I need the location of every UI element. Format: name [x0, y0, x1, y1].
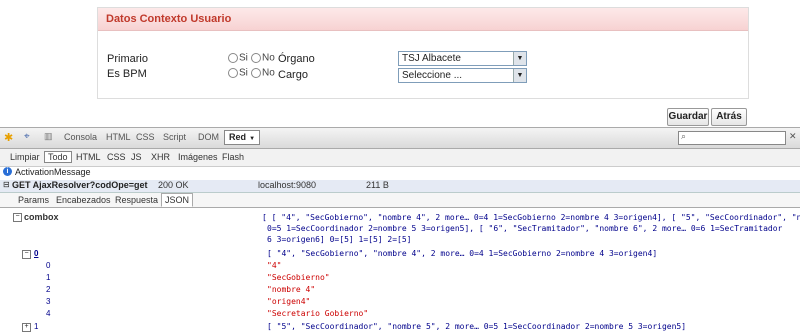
cargo-label: Cargo [278, 69, 308, 81]
filter-flash[interactable]: Flash [222, 152, 244, 162]
panel-header: Datos Contexto Usuario [98, 8, 748, 31]
json-root-summary-3: 6 3=origen6] 0=[5] 1=[5] 2=[5] [267, 235, 412, 244]
request-status: 200 OK [158, 180, 189, 190]
esbpm-no-radio[interactable] [250, 68, 261, 79]
expand-icon[interactable]: + [22, 323, 31, 332]
primario-label: Primario [107, 53, 148, 65]
esbpm-label: Es BPM [107, 68, 147, 80]
organo-select-value: TSJ Albacete [402, 53, 461, 64]
esbpm-radio-group: Si No [228, 67, 275, 79]
tab-script[interactable]: Script [163, 132, 186, 142]
limpiar-button[interactable]: Limpiar [10, 152, 40, 162]
organo-select[interactable]: TSJ Albacete ▼ [398, 51, 527, 66]
request-size: 211 B [366, 180, 389, 190]
filter-css[interactable]: CSS [107, 152, 126, 162]
json-item-value: "4" [267, 261, 282, 270]
radio-no-label: No [261, 52, 275, 64]
json-item-key: 1 [46, 273, 51, 282]
cargo-select-value: Seleccione ... [402, 70, 463, 81]
organo-label: Órgano [278, 53, 315, 65]
inspect-icon[interactable]: ⌖ [24, 131, 30, 142]
panel-title: Datos Contexto Usuario [106, 13, 232, 25]
json-key-0[interactable]: 0 [34, 249, 38, 258]
primario-si-radio[interactable] [228, 53, 238, 64]
json-item-value: "nombre 4" [267, 285, 316, 294]
response-tabs: Params Encabezados Respuesta JSON [0, 193, 800, 208]
json-item-key: 2 [46, 285, 51, 294]
datos-contexto-panel: Datos Contexto Usuario Primario Es BPM S… [97, 7, 749, 99]
radio-si-label: Si [239, 52, 248, 64]
tab-encabezados[interactable]: Encabezados [56, 195, 111, 205]
filter-html[interactable]: HTML [76, 152, 101, 162]
activation-message-row: i ActivationMessage [0, 167, 800, 179]
tab-dom[interactable]: DOM [198, 132, 219, 142]
request-url: GET AjaxResolver?codOpe=get [12, 180, 148, 190]
json-item-key: 3 [46, 297, 51, 306]
radio-si-label: Si [239, 67, 248, 79]
console-toggle-icon[interactable]: ▥ [44, 131, 53, 142]
guardar-button[interactable]: Guardar [667, 108, 709, 126]
activation-message: ActivationMessage [15, 167, 91, 177]
chevron-down-icon: ▼ [249, 136, 256, 142]
json-node1-summary: [ "5", "SecCoordinador", "nombre 5", 2 m… [267, 322, 687, 331]
json-item-value: "SecGobierno" [267, 273, 330, 282]
filter-js[interactable]: JS [131, 152, 142, 162]
tab-params[interactable]: Params [18, 195, 49, 205]
json-item-key: 4 [46, 309, 51, 318]
tab-consola[interactable]: Consola [64, 132, 97, 142]
tab-css[interactable]: CSS [136, 132, 155, 142]
request-host: localhost:9080 [258, 180, 317, 190]
atras-button[interactable]: Atrás [711, 108, 747, 126]
esbpm-si-radio[interactable] [228, 68, 238, 79]
json-key-combox: combox [24, 212, 59, 222]
json-tree: − combox [ [ "4", "SecGobierno", "nombre… [0, 208, 800, 333]
filter-imagenes[interactable]: Imágenes [178, 152, 218, 162]
firebug-search-input[interactable]: ⌕ [678, 131, 786, 145]
json-node0-summary: [ "4", "SecGobierno", "nombre 4", 2 more… [267, 249, 658, 258]
json-item-key: 0 [46, 261, 51, 270]
tab-red[interactable]: Red ▼ [224, 130, 261, 145]
cargo-select[interactable]: Seleccione ... ▼ [398, 68, 527, 83]
tab-respuesta[interactable]: Respuesta [115, 195, 158, 205]
chevron-down-icon: ▼ [513, 69, 526, 82]
json-item-value: "origen4" [267, 297, 311, 306]
tab-json[interactable]: JSON [161, 193, 194, 207]
info-icon: i [3, 167, 12, 176]
json-root-summary-1: [ [ "4", "SecGobierno", "nombre 4", 2 mo… [262, 213, 800, 222]
request-row[interactable]: ⊟ GET AjaxResolver?codOpe=get 200 OK loc… [0, 180, 800, 193]
close-icon[interactable]: ✕ [789, 131, 797, 142]
tab-html[interactable]: HTML [106, 132, 131, 142]
collapse-icon[interactable]: ⊟ [3, 180, 10, 189]
json-key-1[interactable]: 1 [34, 322, 38, 331]
primario-no-radio[interactable] [250, 53, 261, 64]
net-filter-toolbar: Limpiar Todo HTML CSS JS XHR Imágenes Fl… [0, 149, 800, 167]
search-icon: ⌕ [681, 131, 687, 141]
collapse-icon[interactable]: − [22, 250, 31, 259]
collapse-icon[interactable]: − [13, 213, 22, 222]
json-item-value: "Secretario Gobierno" [267, 309, 369, 318]
filter-todo[interactable]: Todo [44, 151, 72, 163]
radio-no-label: No [261, 67, 275, 79]
tab-red-label: Red [229, 132, 247, 142]
json-root-summary-2: 0=5 1=SecCoordinador 2=nombre 5 3=origen… [267, 224, 783, 233]
firebug-toolbar: ✱ ⌖ ▥ Consola HTML CSS Script DOM Red ▼ … [0, 127, 800, 149]
filter-xhr[interactable]: XHR [151, 152, 170, 162]
chevron-down-icon: ▼ [513, 52, 526, 65]
firebug-icon[interactable]: ✱ [4, 131, 13, 144]
primario-radio-group: Si No [228, 52, 275, 64]
